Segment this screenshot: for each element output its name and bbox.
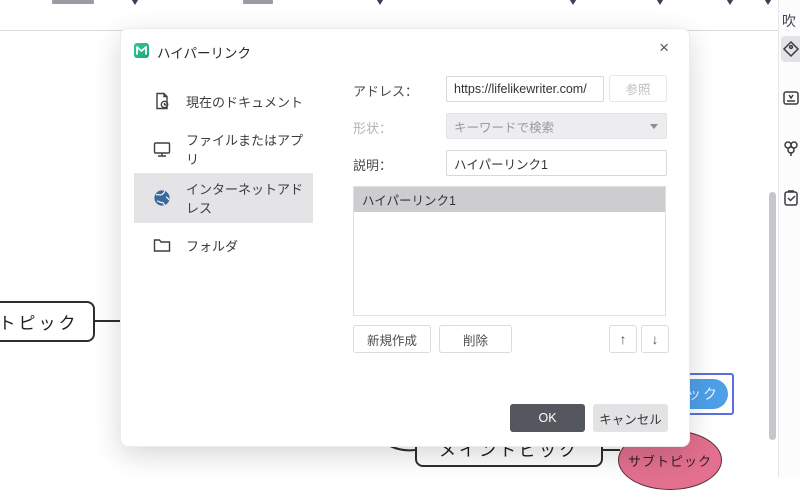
- chevron-down-icon: [650, 124, 658, 129]
- sidebar-item-file-or-app[interactable]: ファイルまたはアプリ: [134, 124, 313, 174]
- ok-button[interactable]: OK: [510, 404, 585, 432]
- move-down-button[interactable]: ↓: [641, 325, 669, 353]
- subtopic-label: サブトピック: [628, 451, 712, 470]
- delete-button[interactable]: 削除: [439, 325, 512, 353]
- sidebar-item-internet-address[interactable]: インターネットアドレス: [134, 173, 313, 223]
- sidebar-item-label: 現在のドキュメント: [186, 92, 303, 111]
- sidebar-item-current-document[interactable]: 現在のドキュメント: [134, 76, 313, 126]
- document-history-icon: [152, 91, 172, 111]
- monitor-icon: [152, 139, 172, 159]
- shape-label: 形状：: [353, 118, 392, 137]
- close-icon[interactable]: ×: [659, 39, 669, 56]
- shape-select-value: キーワードで検索: [454, 117, 554, 136]
- address-input[interactable]: [446, 76, 604, 102]
- topic-label: トピック: [0, 309, 79, 334]
- sidebar-item-label: インターネットアドレス: [186, 179, 313, 217]
- xmind-logo-icon: [134, 43, 149, 58]
- description-label: 説明：: [353, 155, 392, 174]
- hyperlink-list[interactable]: ハイパーリンク1: [353, 186, 666, 316]
- address-label: アドレス：: [353, 81, 418, 100]
- sidebar-item-folder[interactable]: フォルダ: [134, 220, 313, 270]
- hyperlink-dialog: ハイパーリンク × 現在のドキュメント ファイルまたはアプリ インターネットアド…: [120, 28, 690, 447]
- list-item[interactable]: ハイパーリンク1: [354, 187, 665, 212]
- sidebar-item-label: ファイルまたはアプリ: [186, 130, 313, 168]
- move-up-button[interactable]: ↑: [609, 325, 637, 353]
- sidebar-item-label: フォルダ: [186, 236, 238, 255]
- browse-button[interactable]: 参照: [609, 75, 667, 102]
- description-input[interactable]: [446, 150, 667, 176]
- globe-icon: [152, 188, 172, 208]
- topic-node-left[interactable]: トピック: [0, 301, 95, 342]
- dialog-title: ハイパーリンク: [157, 42, 251, 62]
- cancel-button[interactable]: キャンセル: [593, 404, 668, 432]
- new-button[interactable]: 新規作成: [353, 325, 431, 353]
- folder-icon: [152, 235, 172, 255]
- shape-select[interactable]: キーワードで検索: [446, 113, 667, 139]
